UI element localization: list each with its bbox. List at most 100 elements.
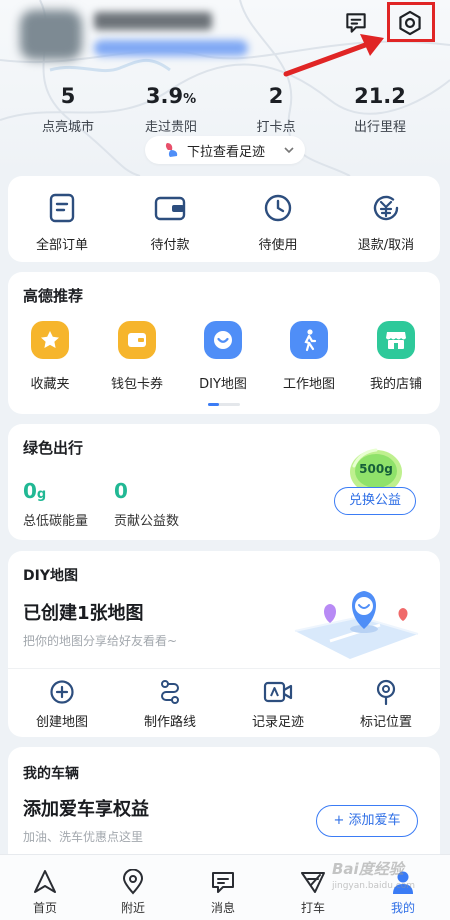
- stat-value: 3.9: [145, 84, 184, 108]
- charity-label: 贡献公益数: [114, 514, 180, 529]
- diy-section-title: DIY地图: [23, 568, 78, 584]
- refund-icon: [373, 195, 399, 221]
- shop-icon: [386, 332, 406, 349]
- tab-home[interactable]: 首页: [0, 855, 90, 920]
- recommend-diy-map[interactable]: DIY地图: [173, 321, 273, 392]
- message-icon: [212, 872, 234, 893]
- tab-nearby[interactable]: 附近: [88, 855, 178, 920]
- order-label: 退款/取消: [357, 238, 415, 253]
- stat-label: 点亮城市: [41, 120, 94, 135]
- orders-card: 全部订单 待付款 待使用 退款/取消: [8, 176, 440, 262]
- tool-make-route[interactable]: 制作路线: [120, 679, 220, 730]
- order-label: 全部订单: [35, 238, 88, 253]
- tool-label: 制作路线: [143, 715, 196, 730]
- green-travel-card[interactable]: 绿色出行 0g 总低碳能量 0 贡献公益数 500g 兑换公益: [8, 424, 440, 540]
- orders-refund[interactable]: 退款/取消: [336, 192, 436, 253]
- video-record-icon: [263, 681, 293, 703]
- navigation-arrow-icon: [34, 870, 56, 893]
- footprint-icon: [165, 143, 178, 157]
- annotation-highlight-box: [387, 2, 435, 42]
- level-badge-blurred[interactable]: [94, 40, 248, 56]
- stat-label: 打卡点: [256, 120, 296, 135]
- walking-person-icon: [304, 329, 317, 352]
- coin-text: 500g: [359, 462, 393, 476]
- carbon-value: 0g: [23, 479, 46, 503]
- carbon-unit: g: [36, 487, 47, 502]
- charity-value: 0: [114, 479, 128, 503]
- stat-label: 出行里程: [353, 120, 406, 135]
- chevron-down-icon: [284, 147, 294, 154]
- carbon-label: 总低碳能量: [23, 514, 89, 529]
- diy-description: 把你的地图分享给好友看看~: [23, 634, 178, 648]
- vehicle-section-title: 我的车辆: [23, 766, 79, 782]
- wallet-card-icon: [128, 333, 146, 347]
- green-title: 绿色出行: [23, 439, 84, 457]
- watermark-line2: jingyan.baidu.com: [332, 881, 416, 891]
- stat-lit-cities[interactable]: 5 点亮城市: [13, 82, 123, 135]
- watermark-line1: Bai度经验: [332, 860, 404, 878]
- vehicle-card: 我的车辆 添加爱车享权益 加油、洗车优惠点这里 + 添加爱车: [8, 747, 440, 867]
- route-icon: [161, 680, 179, 704]
- location-pin-icon: [122, 869, 144, 895]
- wallet-icon: [154, 196, 186, 221]
- stat-checkins[interactable]: 2 打卡点: [221, 82, 331, 135]
- stat-label: 走过贵阳: [144, 120, 197, 135]
- diy-map-card: DIY地图 已创建1张地图 把你的地图分享给好友看看~ 创建地图 制作路线 记录…: [8, 551, 440, 737]
- add-car-button[interactable]: + 添加爱车: [316, 805, 418, 837]
- pull-footprint-button[interactable]: 下拉查看足迹: [145, 136, 305, 164]
- username-blurred: [94, 12, 212, 30]
- recommend-label: DIY地图: [199, 377, 247, 392]
- avatar[interactable]: [20, 10, 82, 60]
- stat-unit: %: [183, 92, 197, 107]
- orders-all[interactable]: 全部订单: [12, 192, 112, 253]
- vehicle-headline[interactable]: 添加爱车享权益: [23, 795, 149, 821]
- diy-map-icon: [214, 331, 232, 349]
- location-pin-icon: [376, 679, 396, 705]
- carbon-number: 0: [23, 479, 37, 503]
- stats-row: 5 点亮城市 3.9% 走过贵阳 2 打卡点 21.2 出行里程: [0, 82, 450, 135]
- clock-icon: [264, 194, 292, 222]
- recommend-title: 高德推荐: [23, 287, 84, 305]
- exchange-charity-button[interactable]: 兑换公益: [334, 487, 416, 515]
- recommend-card: 高德推荐 收藏夹 钱包卡券 DIY地图 工作地图 我的店铺: [8, 272, 440, 414]
- recommend-favorites[interactable]: 收藏夹: [0, 321, 100, 392]
- stat-value: 5: [60, 84, 76, 108]
- stat-mileage[interactable]: 21.2 出行里程: [325, 82, 435, 135]
- page-indicator: [208, 403, 240, 406]
- order-list-icon: [49, 193, 75, 223]
- profile-header: 5 点亮城市 3.9% 走过贵阳 2 打卡点 21.2 出行里程 下拉查看足迹: [0, 0, 450, 176]
- recommend-my-shop[interactable]: 我的店铺: [346, 321, 446, 392]
- tool-label: 记录足迹: [251, 715, 304, 730]
- recommend-wallet[interactable]: 钱包卡券: [87, 321, 187, 392]
- stat-value: 2: [268, 84, 284, 108]
- recommend-label: 工作地图: [282, 377, 335, 392]
- tool-label: 创建地图: [35, 715, 88, 730]
- tool-create-map[interactable]: 创建地图: [12, 679, 112, 730]
- tab-label: 首页: [32, 901, 57, 915]
- tool-label: 标记位置: [359, 715, 412, 730]
- stat-guiyang[interactable]: 3.9% 走过贵阳: [116, 82, 226, 135]
- order-label: 待付款: [150, 238, 190, 253]
- tool-record-footprint[interactable]: 记录足迹: [228, 679, 328, 730]
- vehicle-description: 加油、洗车优惠点这里: [23, 830, 144, 844]
- diy-headline[interactable]: 已创建1张地图: [23, 599, 144, 625]
- orders-pending-payment[interactable]: 待付款: [120, 192, 220, 253]
- watermark: Bai度经验 jingyan.baidu.com: [332, 858, 442, 918]
- tab-messages[interactable]: 消息: [178, 855, 268, 920]
- plus-circle-icon: [50, 680, 74, 704]
- order-label: 待使用: [258, 238, 298, 253]
- tool-mark-location[interactable]: 标记位置: [336, 679, 436, 730]
- divider: [8, 668, 440, 669]
- map-pins-illustration: [294, 591, 419, 659]
- annotation-arrow-icon: [283, 34, 384, 77]
- taxi-icon: [301, 872, 325, 893]
- pull-footprint-label: 下拉查看足迹: [187, 144, 266, 160]
- stat-value: 21.2: [354, 84, 406, 108]
- tab-label: 附近: [120, 901, 145, 915]
- recommend-work-map[interactable]: 工作地图: [259, 321, 359, 392]
- recommend-label: 收藏夹: [30, 377, 70, 392]
- orders-to-use[interactable]: 待使用: [228, 192, 328, 253]
- star-icon: [41, 331, 59, 348]
- recommend-label: 我的店铺: [369, 377, 422, 392]
- tab-label: 消息: [210, 901, 235, 915]
